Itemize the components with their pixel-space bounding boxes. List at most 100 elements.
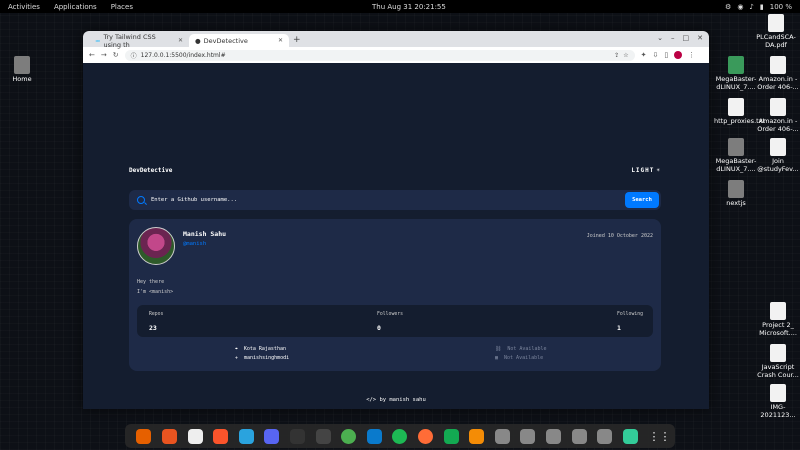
window-controls: ⌄ – □ ✕ bbox=[657, 34, 703, 42]
file-icon bbox=[768, 14, 784, 32]
folder-icon bbox=[14, 56, 30, 74]
sidepanel-icon[interactable]: ▯ bbox=[664, 51, 668, 59]
vlc-icon[interactable] bbox=[469, 428, 485, 444]
info-icon[interactable]: ⓘ bbox=[131, 51, 137, 60]
file-icon bbox=[770, 302, 786, 320]
page-footer: </> by manish sahu bbox=[366, 397, 426, 403]
downloads-icon[interactable]: ⇩ bbox=[653, 51, 659, 59]
app-icon[interactable] bbox=[597, 428, 613, 444]
app-icon[interactable] bbox=[494, 428, 510, 444]
app-icon[interactable] bbox=[546, 428, 562, 444]
show-apps-icon[interactable]: ⋮⋮ bbox=[648, 429, 670, 444]
battery-icon: ▮ bbox=[759, 2, 764, 11]
desktop-icon[interactable]: MegaBaster-dLINUX_7.... bbox=[714, 138, 758, 174]
terminal-icon[interactable] bbox=[315, 428, 331, 444]
toolbar-actions: ✦ ⇩ ▯ ⋮ bbox=[641, 51, 695, 59]
minimize-icon[interactable]: – bbox=[671, 34, 675, 42]
settings-icon: ⚙ bbox=[725, 2, 732, 11]
app-title: DevDetective bbox=[129, 167, 173, 174]
system-tray[interactable]: ⚙ ◉ ♪ ▮ 100 % bbox=[725, 3, 792, 11]
profile-bio: Hey there I'm <manish> bbox=[137, 279, 174, 295]
desktop-icon[interactable]: http_proxies.txt bbox=[714, 98, 765, 126]
system-top-bar: Activities Applications Places Thu Aug 3… bbox=[0, 0, 800, 13]
app-icon[interactable] bbox=[571, 428, 587, 444]
profile-login-link[interactable]: @manish bbox=[183, 241, 206, 247]
search-input[interactable] bbox=[151, 197, 625, 203]
search-bar: Search bbox=[129, 190, 661, 210]
activities-menu[interactable]: Activities bbox=[8, 3, 40, 11]
desktop-icon[interactable]: MegaBaster-dLINUX_7.... bbox=[714, 56, 758, 92]
stat-repos: Repos 23 bbox=[149, 312, 164, 332]
search-button[interactable]: Search bbox=[625, 192, 659, 208]
zip-file-icon bbox=[728, 56, 744, 74]
chrome-icon[interactable] bbox=[341, 428, 357, 444]
desktop-icon[interactable]: PLCandSCA-DA.pdf bbox=[754, 14, 798, 50]
desktop-icon[interactable]: Project 2_ Microsoft.... bbox=[756, 302, 800, 338]
desktop-icon[interactable]: JavaScript Crash Cour... bbox=[756, 344, 800, 380]
link-icon: ⛓ bbox=[495, 346, 502, 352]
file-icon bbox=[770, 384, 786, 402]
reload-icon[interactable]: ↻ bbox=[113, 51, 119, 59]
bookmark-star-icon[interactable]: ☆ bbox=[623, 52, 628, 59]
desktop-icon[interactable]: Amazon.in - Order 406-... bbox=[756, 56, 800, 92]
spotify-icon[interactable] bbox=[392, 428, 408, 444]
desktop-icon[interactable]: Amazon.in - Order 406-... bbox=[756, 98, 800, 134]
file-icon bbox=[770, 138, 786, 156]
extensions-icon[interactable]: ✦ bbox=[641, 51, 647, 59]
new-tab-button[interactable]: + bbox=[293, 35, 301, 45]
folder-icon bbox=[728, 180, 744, 198]
address-bar[interactable]: ⓘ 127.0.0.1:5500/index.html# ⇪ ☆ bbox=[124, 49, 635, 61]
app-center-icon[interactable] bbox=[161, 428, 177, 444]
postman-icon[interactable] bbox=[418, 428, 433, 444]
share-icon[interactable]: ⇪ bbox=[614, 52, 619, 59]
applications-menu[interactable]: Applications bbox=[54, 3, 97, 11]
places-menu[interactable]: Places bbox=[111, 3, 133, 11]
system-clock[interactable]: Thu Aug 31 20:21:55 bbox=[372, 3, 446, 11]
wifi-icon: ◉ bbox=[737, 2, 744, 11]
firefox-icon[interactable] bbox=[136, 428, 152, 444]
maximize-icon[interactable]: □ bbox=[683, 34, 690, 42]
website-row: ⛓ Not Available bbox=[495, 346, 547, 352]
theme-toggle[interactable]: LIGHT ☀ bbox=[631, 167, 661, 174]
location-pin-icon: ⌖ bbox=[235, 346, 238, 352]
devdetective-page: DevDetective LIGHT ☀ Search Manish Sahu … bbox=[83, 63, 709, 409]
app-icon[interactable] bbox=[520, 428, 536, 444]
chevron-down-icon[interactable]: ⌄ bbox=[657, 34, 663, 42]
tab-tailwind[interactable]: ≈ Try Tailwind CSS using th ✕ bbox=[89, 33, 189, 49]
menu-icon[interactable]: ⋮ bbox=[688, 51, 695, 59]
desktop-icon[interactable]: Join @studyFev... bbox=[756, 138, 800, 174]
desktop-icon[interactable]: IMG-2021123... bbox=[756, 384, 800, 420]
code-icon: </> bbox=[366, 397, 377, 403]
brave-icon[interactable] bbox=[213, 428, 229, 444]
text-editor-icon[interactable] bbox=[187, 428, 203, 444]
twitter-row[interactable]: ✈ manishsinghmodi bbox=[235, 354, 289, 363]
close-window-icon[interactable]: ✕ bbox=[697, 34, 703, 42]
building-icon: ▦ bbox=[495, 355, 499, 361]
file-icon bbox=[770, 98, 786, 116]
favicon-icon: ● bbox=[195, 36, 201, 45]
desktop-icon-home[interactable]: Home bbox=[0, 56, 44, 84]
stat-following: Following 1 bbox=[617, 312, 643, 332]
trash-icon[interactable] bbox=[622, 428, 638, 444]
close-icon[interactable]: ✕ bbox=[278, 37, 283, 44]
browser-window: ≈ Try Tailwind CSS using th ✕ ● DevDetec… bbox=[83, 31, 709, 409]
system-monitor-icon[interactable] bbox=[289, 428, 305, 444]
battery-percent: 100 % bbox=[769, 2, 792, 11]
forward-icon[interactable]: → bbox=[101, 51, 107, 59]
profile-avatar[interactable] bbox=[674, 51, 683, 59]
vscode-icon[interactable] bbox=[366, 428, 382, 444]
file-icon bbox=[728, 98, 744, 116]
profile-card: Manish Sahu @manish Joined 10 October 20… bbox=[129, 219, 661, 371]
tab-devdetective[interactable]: ● DevDetective ✕ bbox=[189, 34, 289, 47]
mongodb-icon[interactable] bbox=[443, 428, 459, 444]
twitter-icon: ✈ bbox=[235, 355, 239, 361]
discord-icon[interactable] bbox=[264, 428, 280, 444]
telegram-icon[interactable] bbox=[238, 428, 254, 444]
app-dock: ⋮⋮ bbox=[125, 424, 675, 448]
close-icon[interactable]: ✕ bbox=[178, 37, 183, 44]
desktop-icon[interactable]: nextjs bbox=[714, 180, 758, 208]
stats-panel: Repos 23 Followers 0 Following 1 bbox=[137, 305, 653, 337]
file-icon bbox=[770, 56, 786, 74]
links-left: ⌖ Kota Rajasthan ✈ manishsinghmodi bbox=[235, 345, 289, 363]
back-icon[interactable]: ← bbox=[89, 51, 95, 59]
